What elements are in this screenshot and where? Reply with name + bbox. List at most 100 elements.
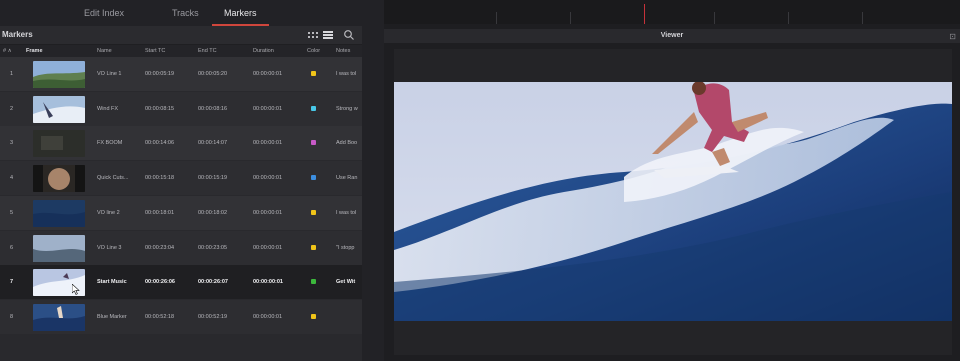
table-row[interactable]: 4 Quick Cuts... 00:00:15:18 00:00:15:19 00:0… (0, 161, 362, 196)
notes-cell: I was tol (334, 57, 362, 91)
playhead[interactable] (644, 4, 645, 24)
marker-name: Blue Marker (97, 313, 127, 320)
tab-markers[interactable]: Markers (212, 0, 268, 26)
end-tc: 00:00:08:16 (198, 105, 228, 112)
marker-color-swatch (311, 140, 316, 146)
markers-panel: Edit Index Tracks Markers Markers # ∧ Fr… (0, 0, 362, 361)
start-tc: 00:00:14:06 (145, 140, 175, 147)
ruler-tick (862, 12, 863, 24)
grid-view-icon[interactable] (307, 29, 319, 41)
viewer-panel: Viewer ⊡ (384, 0, 960, 361)
start-tc: 00:00:08:15 (145, 105, 175, 112)
marker-color-swatch (311, 244, 316, 250)
frame-thumbnail[interactable] (33, 61, 85, 88)
panel-divider[interactable] (362, 0, 384, 361)
marker-notes: I was tol (336, 209, 357, 216)
ruler-tick (788, 12, 789, 24)
start-tc: 00:00:26:06 (145, 279, 175, 286)
col-start-tc[interactable]: Start TC (145, 45, 165, 57)
notes-cell: "I stopp (334, 231, 362, 265)
end-tc: 00:00:05:20 (198, 71, 228, 77)
marker-name: Wind FX (97, 105, 119, 112)
end-tc: 00:00:18:02 (198, 209, 228, 216)
marker-name: VO Line 3 (97, 244, 122, 251)
start-tc: 00:00:18:01 (145, 209, 175, 216)
list-view-icon[interactable] (322, 29, 334, 41)
table-row[interactable]: 8 Blue Marker 00:00:52:18 00:00:52:19 00:00:… (0, 299, 362, 334)
tab-tracks[interactable]: Tracks (172, 0, 199, 26)
row-number: 8 (10, 313, 14, 320)
viewer-header: Viewer ⊡ (384, 29, 960, 43)
marker-name: Quick Cuts... (97, 175, 129, 182)
marker-name: VO line 2 (97, 209, 120, 216)
frame-thumbnail[interactable] (33, 130, 85, 158)
marker-notes: "I stopp (336, 244, 355, 251)
start-tc: 00:00:15:18 (145, 175, 175, 182)
marker-notes: Strong w (336, 105, 358, 112)
duration: 00:00:00:01 (253, 175, 283, 182)
marker-notes: Get Wit (336, 279, 356, 286)
row-number: 6 (10, 244, 14, 251)
duration: 00:00:00:01 (253, 209, 283, 216)
index-tabs: Edit Index Tracks Markers (0, 0, 362, 26)
ruler-tick (714, 12, 715, 24)
frame-thumbnail[interactable] (33, 234, 85, 262)
column-headers: # ∧ Frame Name Start TC End TC Duration … (0, 45, 362, 57)
tab-edit-index[interactable]: Edit Index (84, 0, 124, 26)
end-tc: 00:00:23:05 (198, 244, 228, 251)
row-number: 3 (10, 140, 14, 147)
row-number: 4 (10, 175, 14, 182)
duration: 00:00:00:01 (253, 279, 283, 286)
marker-name: VO Line 1 (97, 71, 122, 77)
marker-color-swatch (311, 313, 316, 319)
frame-thumbnail[interactable] (33, 165, 85, 193)
notes-cell: Get Wit (334, 265, 362, 299)
duration: 00:00:00:01 (253, 71, 283, 77)
panel-title: Markers (2, 30, 33, 39)
notes-cell: Use Ran (334, 161, 362, 195)
frame-thumbnail[interactable] (33, 303, 85, 331)
panel-header: Markers (0, 26, 362, 45)
table-row[interactable]: 6 VO Line 3 00:00:23:04 00:00:23:05 00:00:00… (0, 230, 362, 265)
col-frame[interactable]: Frame (26, 45, 43, 57)
duration: 00:00:00:01 (253, 313, 283, 320)
col-name[interactable]: Name (97, 45, 112, 57)
marker-color-swatch (311, 175, 316, 181)
marker-name: FX BOOM (97, 140, 123, 147)
table-row[interactable]: 3 FX BOOM 00:00:14:06 00:00:14:07 00:00:00:0… (0, 126, 362, 161)
col-index[interactable]: # ∧ (3, 45, 12, 57)
notes-cell: Strong w (334, 92, 362, 126)
start-tc: 00:00:52:18 (145, 313, 175, 320)
col-duration[interactable]: Duration (253, 45, 274, 57)
marker-color-swatch (311, 71, 316, 76)
row-number: 7 (10, 279, 14, 286)
col-end-tc[interactable]: End TC (198, 45, 217, 57)
table-row[interactable]: 7 Start Music 00:00:26:06 00:00:26:07 00:00:… (0, 265, 362, 300)
row-number: 5 (10, 209, 14, 216)
marker-notes: Use Ran (336, 175, 358, 182)
end-tc: 00:00:15:19 (198, 175, 228, 182)
viewer-title: Viewer (660, 32, 684, 39)
row-number: 2 (10, 105, 14, 112)
end-tc: 00:00:26:07 (198, 279, 228, 286)
start-tc: 00:00:23:04 (145, 244, 175, 251)
col-notes[interactable]: Notes (336, 45, 350, 57)
table-row[interactable]: 2 Wind FX 00:00:08:15 00:00:08:16 00:00:00:0… (0, 91, 362, 126)
timeline-ruler[interactable] (384, 0, 960, 24)
end-tc: 00:00:14:07 (198, 140, 228, 147)
duration: 00:00:00:01 (253, 244, 283, 251)
video-frame (394, 82, 952, 321)
viewer-canvas[interactable] (394, 49, 952, 355)
table-row[interactable]: 1 VO Line 1 00:00:05:19 00:00:05:20 00:00:00… (0, 57, 362, 91)
viewer-options-icon[interactable]: ⊡ (949, 32, 956, 41)
notes-cell: I was tol (334, 196, 362, 230)
notes-cell: Add Boo (334, 126, 362, 160)
search-icon[interactable] (343, 29, 355, 41)
frame-thumbnail[interactable] (33, 95, 85, 123)
mouse-cursor-icon (71, 282, 80, 300)
sort-asc-icon: ∧ (7, 48, 12, 54)
marker-color-swatch (311, 105, 316, 111)
frame-thumbnail[interactable] (33, 199, 85, 227)
col-color[interactable]: Color (307, 45, 320, 57)
table-row[interactable]: 5 VO line 2 00:00:18:01 00:00:18:02 00:00:00… (0, 195, 362, 230)
